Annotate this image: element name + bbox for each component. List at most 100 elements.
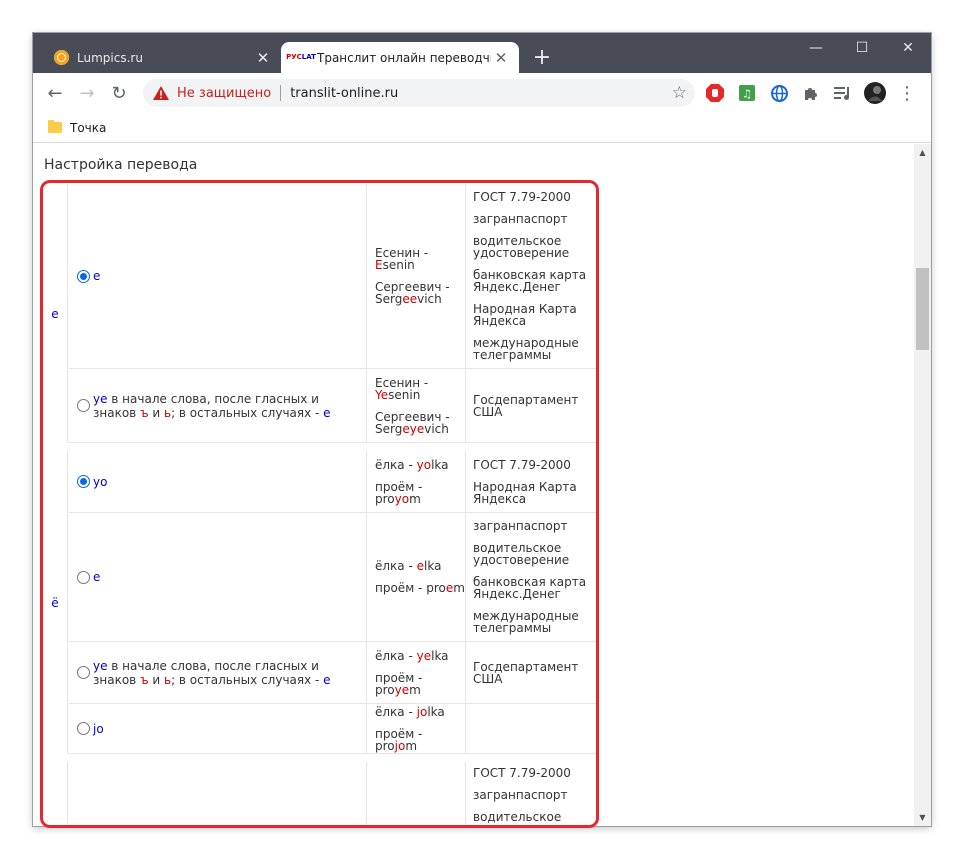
address-bar[interactable]: Не защищено translit-online.ru ☆	[143, 79, 695, 107]
example-cell: ёлка - yolka проём - proyom	[367, 451, 466, 512]
tab-lumpics[interactable]: Lumpics.ru ✕	[41, 42, 281, 73]
new-tab-button[interactable]: +	[530, 45, 554, 70]
security-status[interactable]: Не защищено	[177, 86, 271, 101]
menu-button[interactable]: ⋮	[895, 81, 919, 105]
tab-close-icon[interactable]: ✕	[253, 48, 273, 68]
standard-text: Госдепартамент США	[473, 392, 579, 419]
example-part: lka	[431, 457, 449, 472]
example-part: ёлка -	[375, 704, 417, 719]
avatar-icon[interactable]	[863, 81, 887, 105]
option-label[interactable]: e	[93, 269, 100, 283]
bookmark-star-icon[interactable]: ☆	[672, 83, 687, 103]
option-text: и	[148, 672, 164, 687]
example-text: ёлка - yolka	[375, 459, 465, 471]
music-icon[interactable]: ♫	[735, 81, 759, 105]
table-row: jo ёлка - jolka проём - projom	[69, 704, 598, 754]
option-label[interactable]: e	[93, 570, 100, 584]
scroll-down-icon[interactable]: ▼	[914, 809, 931, 826]
cyrillic-letter	[43, 762, 68, 826]
standard-text: банковская карта Яндекс.Денег	[473, 268, 587, 294]
reload-button[interactable]: ↻	[103, 77, 135, 109]
option-radio[interactable]	[77, 722, 90, 735]
standards-cell: Госдепартамент США	[466, 369, 598, 442]
example-highlight: ye	[394, 682, 410, 697]
back-button[interactable]: ←	[39, 77, 71, 109]
media-icon[interactable]	[831, 81, 855, 105]
forward-button[interactable]: →	[71, 77, 103, 109]
page-content: Настройка перевода е e Есенин - Esenin Серг…	[33, 144, 914, 826]
example-text: ёлка - yelka	[375, 650, 465, 662]
divider	[280, 85, 282, 101]
option-cell[interactable]	[69, 762, 367, 826]
globe-icon[interactable]	[767, 81, 791, 105]
tab-translit[interactable]: РУС LAT Транслит онлайн переводчик ✕	[281, 42, 519, 73]
puzzle-icon[interactable]	[799, 81, 823, 105]
example-cell: ёлка - elka проём - proem	[367, 513, 466, 641]
letter-group: е e Есенин - Esenin Сергеевич - Sergeevich Г…	[43, 184, 598, 443]
example-part: ёлка -	[375, 457, 417, 472]
option-cell[interactable]: e	[69, 184, 367, 368]
option-text: e	[323, 405, 331, 420]
standards-cell: загранпаспорт водительское удостоверение б…	[466, 513, 598, 641]
option-radio[interactable]	[77, 399, 90, 412]
example-part: m	[409, 682, 421, 697]
vertical-scrollbar[interactable]: ▲ ▼	[914, 144, 931, 826]
standard-text: водительское удостоверение	[473, 234, 570, 260]
standard-text: банковская карта Яндекс.Денег	[473, 575, 587, 601]
adblock-icon[interactable]	[703, 81, 727, 105]
example-cell: ёлка - yelka проём - proyem	[367, 642, 466, 703]
scrollbar-thumb[interactable]	[916, 268, 929, 350]
example-highlight: e	[416, 559, 425, 573]
option-label[interactable]: jo	[93, 722, 104, 736]
standard-text: водительское удостоверение	[473, 541, 570, 567]
section-title: Настройка перевода	[44, 157, 198, 173]
example-highlight: yo	[394, 491, 410, 506]
cyrillic-letter: е	[43, 184, 68, 443]
option-radio[interactable]	[77, 666, 90, 679]
letter-group: ё yo ёлка - yolka проём - proyom ГОСТ 7.79-2…	[43, 451, 598, 754]
example-part: lka	[427, 704, 445, 719]
bookmark-tochka[interactable]: Точка	[70, 121, 106, 135]
table-row: ye в начале слова, после гласных и знако…	[69, 642, 598, 704]
option-cell[interactable]: ye в начале слова, после гласных и знако…	[69, 642, 367, 703]
table-row: ГОСТ 7.79-2000 загранпаспорт водительское	[69, 762, 598, 826]
bookmarks-bar: Точка	[33, 113, 931, 143]
option-radio[interactable]	[77, 475, 90, 488]
standards-cell: Госдепартамент США	[466, 642, 598, 703]
example-cell: ёлка - jolka проём - projom	[367, 704, 466, 753]
tab-close-icon[interactable]: ✕	[491, 48, 511, 68]
option-radio[interactable]	[77, 570, 90, 584]
minimize-button[interactable]: —	[793, 33, 839, 63]
example-part: ёлка -	[375, 559, 417, 573]
ruslat-favicon-icon: РУС LAT	[286, 53, 316, 61]
option-cell[interactable]: jo	[69, 704, 367, 753]
example-cell: Есенин - Esenin Сергеевич - Sergeevich	[367, 184, 466, 368]
maximize-button[interactable]: ☐	[839, 33, 885, 63]
option-label[interactable]: ye в начале слова, после гласных и знако…	[93, 659, 356, 687]
example-highlight: eye	[402, 421, 425, 436]
option-text: ye	[93, 391, 108, 406]
url-text[interactable]: translit-online.ru	[290, 86, 398, 101]
example-cell	[367, 762, 466, 826]
example-highlight: ye	[416, 648, 432, 663]
example-part: senin	[388, 387, 421, 402]
standard-text: Госдепартамент США	[473, 659, 579, 686]
option-cell[interactable]: ye в начале слова, после гласных и знако…	[69, 369, 367, 442]
example-highlight: jo	[394, 738, 406, 753]
example-part: lka	[431, 648, 449, 663]
example-part: senin	[382, 258, 415, 272]
standard-text: загранпаспорт	[473, 788, 568, 802]
scroll-up-icon[interactable]: ▲	[914, 144, 931, 161]
option-radio[interactable]	[77, 269, 90, 283]
option-label[interactable]: yo	[93, 475, 107, 489]
option-label[interactable]: ye в начале слова, после гласных и знако…	[93, 392, 356, 420]
option-cell[interactable]: yo	[69, 451, 367, 512]
close-window-button[interactable]: ✕	[885, 33, 931, 63]
table-row: yo ёлка - yolka проём - proyom ГОСТ 7.79-20…	[69, 451, 598, 513]
option-cell[interactable]: e	[69, 513, 367, 641]
option-text: ь	[163, 405, 172, 420]
table-row: ye в начале слова, после гласных и знако…	[69, 369, 598, 443]
standards-cell: ГОСТ 7.79-2000 загранпаспорт водительское …	[466, 184, 598, 368]
example-part: проём - pro	[375, 581, 446, 595]
standards-cell: ГОСТ 7.79-2000 загранпаспорт водительское	[466, 762, 598, 826]
